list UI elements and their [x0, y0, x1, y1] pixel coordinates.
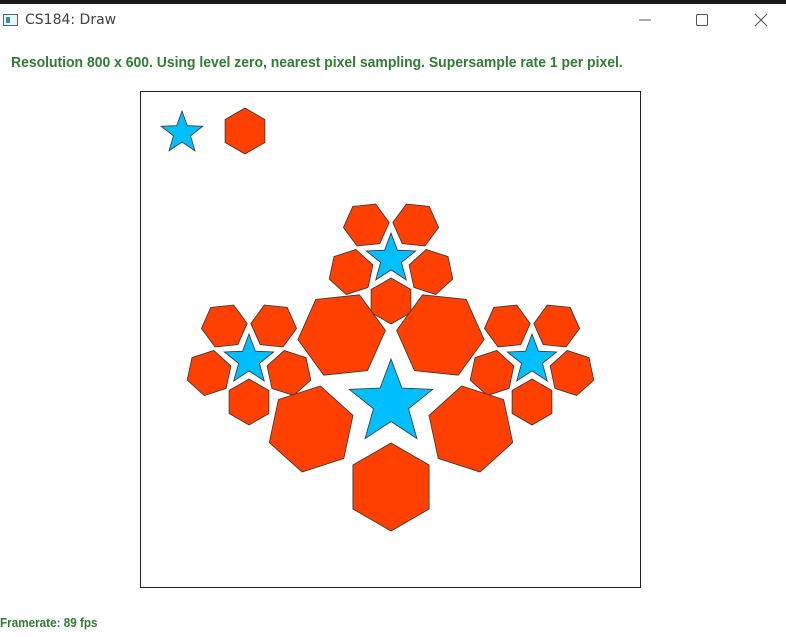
left-flower-petal-hexagon	[250, 304, 298, 348]
right-flower-petal-hexagon	[483, 304, 531, 348]
title-bar[interactable]: CS184: Draw	[0, 4, 786, 38]
scene-svg	[159, 107, 595, 532]
center-flower-petal-hexagon	[268, 385, 354, 473]
window-title: CS184: Draw	[25, 12, 117, 28]
app-icon	[3, 14, 18, 26]
top-flower-petal-hexagon	[408, 249, 454, 295]
close-button[interactable]	[738, 4, 784, 36]
maximize-button[interactable]	[679, 4, 725, 36]
left-flower-petal-hexagon	[200, 304, 248, 348]
center-flower-petal-hexagon	[352, 442, 430, 532]
drawing-canvas[interactable]	[140, 91, 641, 588]
center-flower-petal-hexagon	[428, 385, 514, 473]
left-flower-petal-hexagon	[266, 350, 312, 396]
right-flower-petal-hexagon	[511, 378, 553, 426]
framerate-text: Framerate: 89 fps	[0, 615, 98, 630]
sample-star-shape	[159, 109, 205, 152]
minimize-icon	[639, 19, 651, 21]
status-text: Resolution 800 x 600. Using level zero, …	[11, 54, 623, 71]
top-flower-petal-hexagon	[342, 203, 390, 247]
right-flower-petal-hexagon	[549, 350, 595, 396]
right-flower-petal-hexagon	[533, 304, 581, 348]
left-flower-petal-hexagon	[228, 378, 270, 426]
top-flower-petal-hexagon	[328, 249, 374, 295]
top-flower-petal-hexagon	[370, 277, 412, 325]
top-flower-petal-hexagon	[392, 203, 440, 247]
minimize-button[interactable]	[622, 4, 668, 36]
right-flower-petal-hexagon	[469, 350, 515, 396]
left-flower-petal-hexagon	[186, 350, 232, 396]
maximize-icon	[696, 14, 708, 26]
close-icon	[754, 13, 768, 27]
sample-hexagon-shape	[224, 107, 266, 155]
